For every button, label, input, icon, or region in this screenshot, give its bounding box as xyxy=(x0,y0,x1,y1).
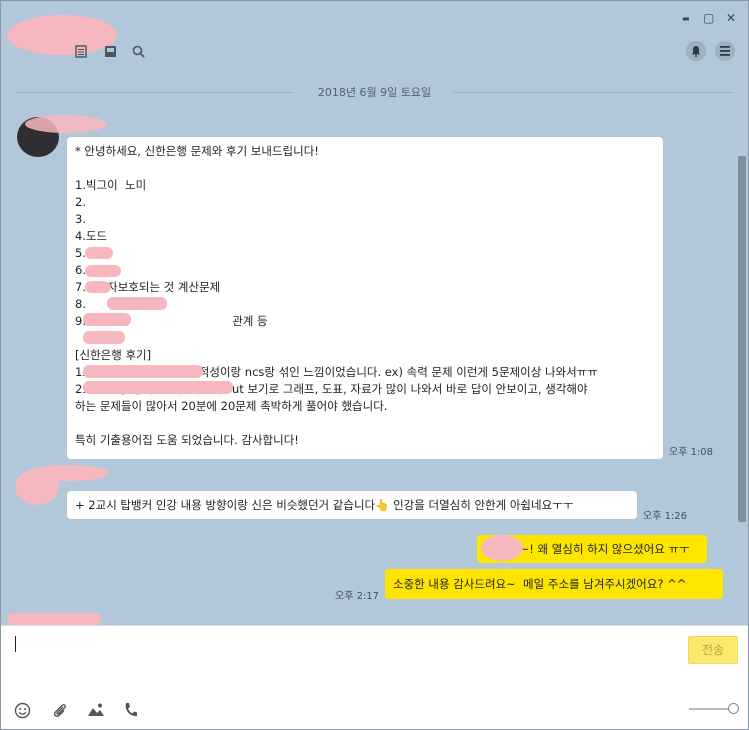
message-time: 오후 1:08 xyxy=(669,447,714,458)
zoom-slider[interactable] xyxy=(689,708,733,710)
redaction-mark xyxy=(83,381,233,394)
redaction-mark xyxy=(85,247,113,259)
sender-name-blur xyxy=(7,613,101,625)
message-time: 오후 2:17 xyxy=(335,591,380,602)
redaction-mark xyxy=(83,365,203,378)
document-icon[interactable] xyxy=(75,45,87,62)
text-caret xyxy=(15,636,16,652)
redaction-mark xyxy=(83,331,125,344)
redaction-mark xyxy=(83,313,131,326)
redaction-mark xyxy=(85,265,121,277)
profile-avatar[interactable] xyxy=(7,15,117,55)
chat-scrollbar[interactable] xyxy=(738,156,746,522)
emoji-icon[interactable] xyxy=(14,702,31,723)
search-icon[interactable] xyxy=(132,45,145,62)
redaction-mark xyxy=(85,281,111,293)
chat-window: ▬ ▢ ✕ 2018년 6월 9일 토요일 * 안녕하세요, 신한은행 문제와 … xyxy=(0,0,749,730)
sender-name-blur xyxy=(29,465,109,481)
redaction-mark xyxy=(107,297,167,310)
zoom-slider-knob[interactable] xyxy=(728,703,739,714)
close-icon[interactable]: ✕ xyxy=(726,11,736,25)
send-button[interactable]: 전송 xyxy=(688,636,738,664)
minimize-icon[interactable]: ▬ xyxy=(682,14,690,23)
image-icon[interactable] xyxy=(87,702,105,721)
redaction-mark xyxy=(481,535,523,561)
sender-name-blur xyxy=(25,115,107,133)
title-bar: ▬ ▢ ✕ xyxy=(1,1,748,69)
phone-icon[interactable] xyxy=(123,702,138,722)
message-bubble[interactable]: + 2교시 탑뱅커 인강 내용 방향이랑 신은 비슷했던거 같습니다👆 인강을 … xyxy=(67,491,637,519)
bell-icon[interactable] xyxy=(686,41,706,61)
inbox-icon[interactable] xyxy=(104,45,117,62)
menu-icon[interactable] xyxy=(715,41,735,61)
maximize-icon[interactable]: ▢ xyxy=(703,11,714,25)
attach-icon[interactable] xyxy=(52,702,68,723)
chat-area[interactable]: 2018년 6월 9일 토요일 * 안녕하세요, 신한은행 문제와 후기 보내드… xyxy=(1,69,748,625)
date-divider-line-right xyxy=(453,92,733,93)
message-time: 오후 1:26 xyxy=(643,511,688,522)
my-message-bubble[interactable]: 소중한 내용 감사드려요~ 메일 주소를 남겨주시겠어요? ^^ xyxy=(385,569,723,599)
message-input-area[interactable]: 전송 xyxy=(1,625,748,729)
